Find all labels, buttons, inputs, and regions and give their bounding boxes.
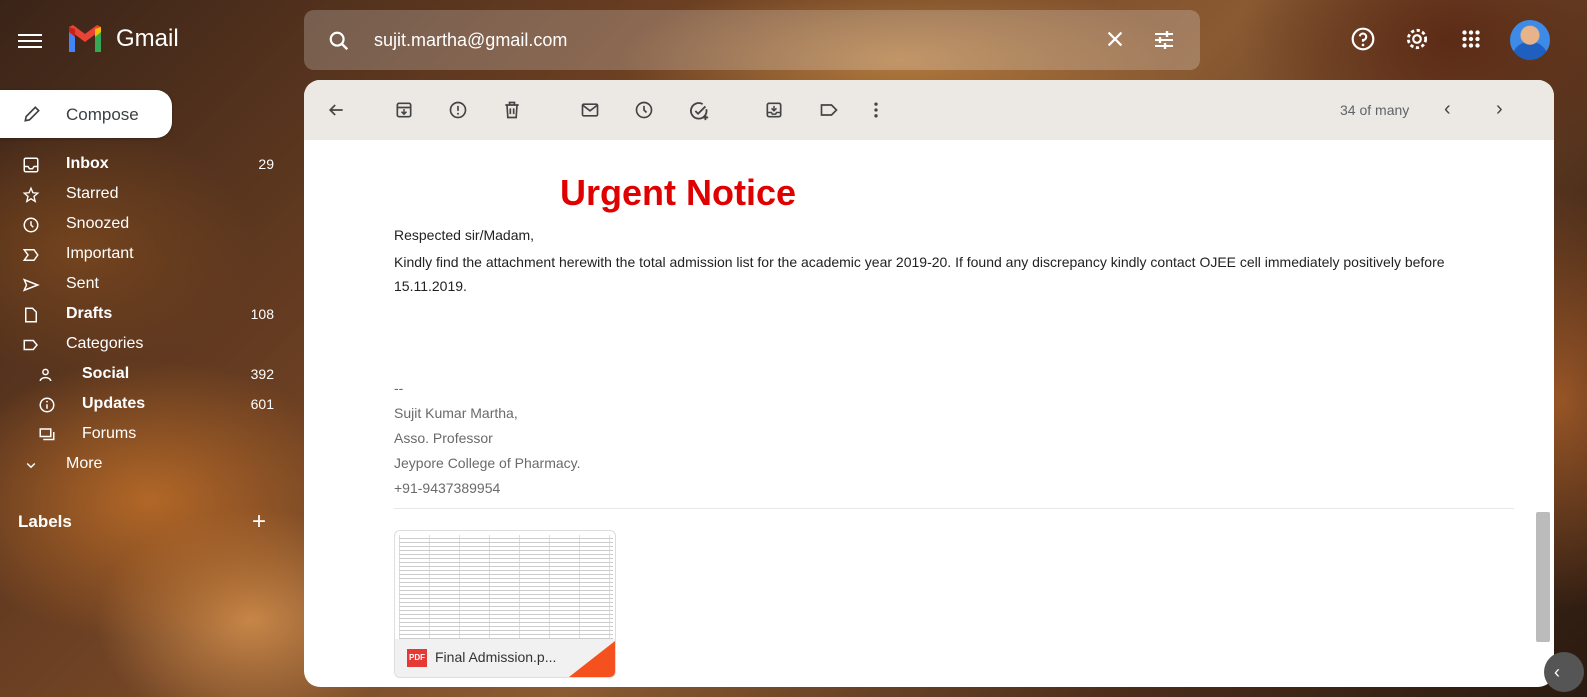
- important-icon: [22, 249, 39, 261]
- email-signature: -- Sujit Kumar Martha, Asso. Professor J…: [394, 376, 581, 501]
- inbox-icon: [23, 157, 39, 173]
- avatar[interactable]: [1510, 20, 1550, 60]
- move-to-icon[interactable]: [764, 100, 784, 120]
- label-icon: [23, 339, 38, 351]
- sidebar-item-important[interactable]: Important: [0, 240, 290, 270]
- side-panel-toggle[interactable]: ‹: [1544, 652, 1584, 692]
- sidebar-item-sent[interactable]: Sent: [0, 270, 290, 300]
- unread-count: 601: [250, 396, 274, 412]
- pdf-icon: PDF: [407, 649, 427, 667]
- signature-org: Jeypore College of Pharmacy.: [394, 455, 581, 471]
- sidebar-item-more[interactable]: More: [0, 450, 290, 480]
- sidebar-item-snoozed[interactable]: Snoozed: [0, 210, 290, 240]
- app-name: Gmail: [116, 25, 179, 52]
- email-toolbar: 34 of many ‹ ›: [304, 80, 1554, 140]
- sidebar-item-label: Forums: [82, 425, 137, 442]
- snooze-icon[interactable]: [634, 100, 654, 120]
- signature-title: Asso. Professor: [394, 430, 493, 446]
- delete-icon[interactable]: [502, 100, 522, 120]
- unread-count: 29: [258, 156, 274, 172]
- info-icon: [39, 397, 55, 413]
- sidebar-item-label: Sent: [66, 275, 99, 292]
- sidebar-item-inbox[interactable]: Inbox 29: [0, 150, 290, 180]
- unread-count: 108: [250, 306, 274, 322]
- signature-separator: --: [394, 380, 404, 396]
- sidebar-item-label: Starred: [66, 185, 119, 202]
- add-label-button[interactable]: +: [252, 510, 266, 534]
- sidebar-nav: Inbox 29 Starred Snoozed Important Sent …: [0, 150, 290, 480]
- email-greeting: Respected sir/Madam,: [394, 227, 535, 243]
- divider: [394, 508, 1514, 509]
- sidebar-item-label: Inbox: [66, 155, 109, 172]
- search-icon[interactable]: [328, 30, 350, 52]
- page-fold-icon: [569, 641, 615, 677]
- people-icon: [39, 368, 52, 382]
- labels-heading: Labels: [18, 512, 72, 531]
- newer-button[interactable]: ›: [1496, 98, 1503, 121]
- email-title: Urgent Notice: [560, 172, 797, 213]
- sidebar-item-social[interactable]: Social 392: [0, 360, 290, 390]
- email-panel: 34 of many ‹ › Urgent Notice Respected s…: [304, 80, 1554, 687]
- archive-icon[interactable]: [394, 100, 414, 120]
- pencil-icon: [24, 106, 40, 122]
- sidebar-item-label: Social: [82, 365, 130, 382]
- signature-name: Sujit Kumar Martha,: [394, 405, 518, 421]
- unread-count: 392: [250, 366, 274, 382]
- signature-phone: +91-9437389954: [394, 480, 501, 496]
- scrollbar[interactable]: [1536, 512, 1550, 642]
- search-input[interactable]: [374, 28, 1074, 52]
- main-menu-button[interactable]: [18, 30, 42, 50]
- send-icon: [22, 278, 40, 292]
- more-vert-icon[interactable]: [872, 100, 880, 120]
- mark-unread-icon[interactable]: [580, 100, 600, 120]
- email-body: Urgent Notice Respected sir/Madam, Kindl…: [304, 140, 1554, 687]
- report-spam-icon[interactable]: [448, 100, 468, 120]
- compose-label: Compose: [66, 105, 139, 124]
- forum-icon: [39, 428, 55, 441]
- star-icon: [22, 186, 40, 203]
- apps-icon[interactable]: [1458, 26, 1484, 52]
- compose-button[interactable]: Compose: [0, 90, 172, 138]
- sidebar-item-starred[interactable]: Starred: [0, 180, 290, 210]
- attachment-card[interactable]: PDF Final Admission.p...: [394, 530, 616, 678]
- sidebar-item-forums[interactable]: Forums: [0, 420, 290, 450]
- sidebar-item-updates[interactable]: Updates 601: [0, 390, 290, 420]
- label-icon[interactable]: [818, 100, 840, 120]
- sidebar-item-label: Snoozed: [66, 215, 130, 232]
- draft-icon: [25, 307, 37, 323]
- older-button[interactable]: ‹: [1444, 98, 1451, 121]
- tune-icon[interactable]: [1152, 28, 1176, 52]
- attachment-thumbnail: [399, 535, 613, 639]
- settings-icon[interactable]: [1404, 26, 1430, 52]
- sidebar-item-label: More: [66, 455, 103, 472]
- sidebar-item-drafts[interactable]: Drafts 108: [0, 300, 290, 330]
- chevron-down-icon: [26, 462, 36, 469]
- sidebar-item-categories[interactable]: Categories: [0, 330, 290, 360]
- gmail-m-icon: [69, 25, 101, 52]
- add-task-icon[interactable]: [688, 100, 710, 122]
- help-icon[interactable]: [1350, 26, 1376, 52]
- search-bar: [304, 10, 1200, 70]
- sidebar-item-label: Important: [66, 245, 134, 262]
- clock-icon: [23, 217, 39, 233]
- close-icon[interactable]: [1104, 28, 1126, 50]
- sidebar-item-label: Drafts: [66, 305, 113, 322]
- top-bar: Gmail: [0, 0, 1587, 80]
- gmail-logo[interactable]: Gmail: [66, 24, 179, 54]
- back-arrow-icon[interactable]: [326, 100, 346, 120]
- pagination-label: 34 of many: [1340, 102, 1410, 118]
- email-paragraph: Kindly find the attachment herewith the …: [394, 254, 1445, 294]
- sidebar-item-label: Categories: [66, 335, 144, 352]
- attachment-name: Final Admission.p...: [435, 649, 557, 665]
- sidebar-item-label: Updates: [82, 395, 146, 412]
